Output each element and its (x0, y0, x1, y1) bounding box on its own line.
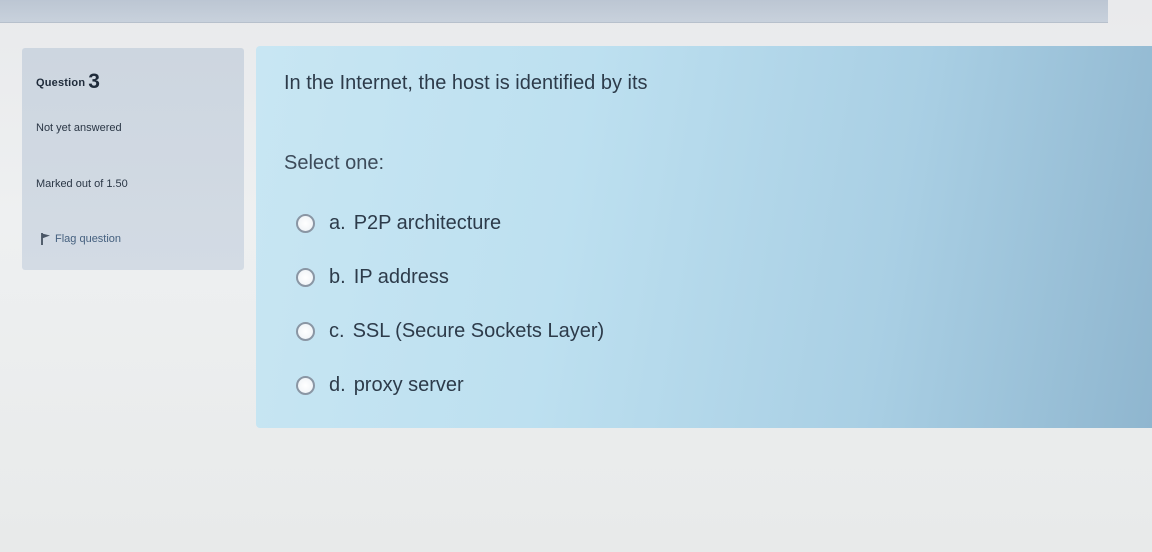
question-number-heading: Question 3 (36, 70, 100, 94)
flag-question-link[interactable]: Flag question (40, 232, 121, 245)
question-text: In the Internet, the host is identified … (284, 72, 648, 94)
option-letter: c. (329, 319, 345, 342)
answer-options: a. P2P architecture b. IP address c. SSL… (296, 196, 604, 412)
option-label: IP address (353, 265, 449, 288)
answer-option-d[interactable]: d. proxy server (296, 358, 604, 412)
option-label: proxy server (353, 373, 464, 396)
question-grade: Marked out of 1.50 (36, 178, 128, 190)
option-letter: d. (329, 373, 346, 396)
radio-button[interactable] (296, 213, 315, 233)
top-strip (0, 0, 1108, 23)
option-label: P2P architecture (353, 211, 502, 234)
option-letter: b. (329, 265, 346, 288)
question-info-panel: Question 3 Not yet answered Marked out of… (22, 48, 244, 270)
question-content-panel: In the Internet, the host is identified … (256, 46, 1152, 428)
answer-option-c[interactable]: c. SSL (Secure Sockets Layer) (296, 304, 604, 358)
answer-option-a[interactable]: a. P2P architecture (296, 196, 604, 250)
answer-option-b[interactable]: b. IP address (296, 250, 604, 304)
option-letter: a. (329, 211, 346, 234)
select-prompt: Select one: (284, 152, 385, 174)
question-label: Question (36, 77, 86, 89)
radio-button[interactable] (296, 375, 315, 395)
flag-icon (40, 232, 51, 245)
radio-button[interactable] (296, 267, 315, 287)
option-label: SSL (Secure Sockets Layer) (352, 319, 605, 342)
radio-button[interactable] (296, 321, 315, 341)
question-number: 3 (88, 70, 101, 93)
flag-question-label: Flag question (55, 232, 122, 245)
question-state: Not yet answered (36, 122, 122, 134)
